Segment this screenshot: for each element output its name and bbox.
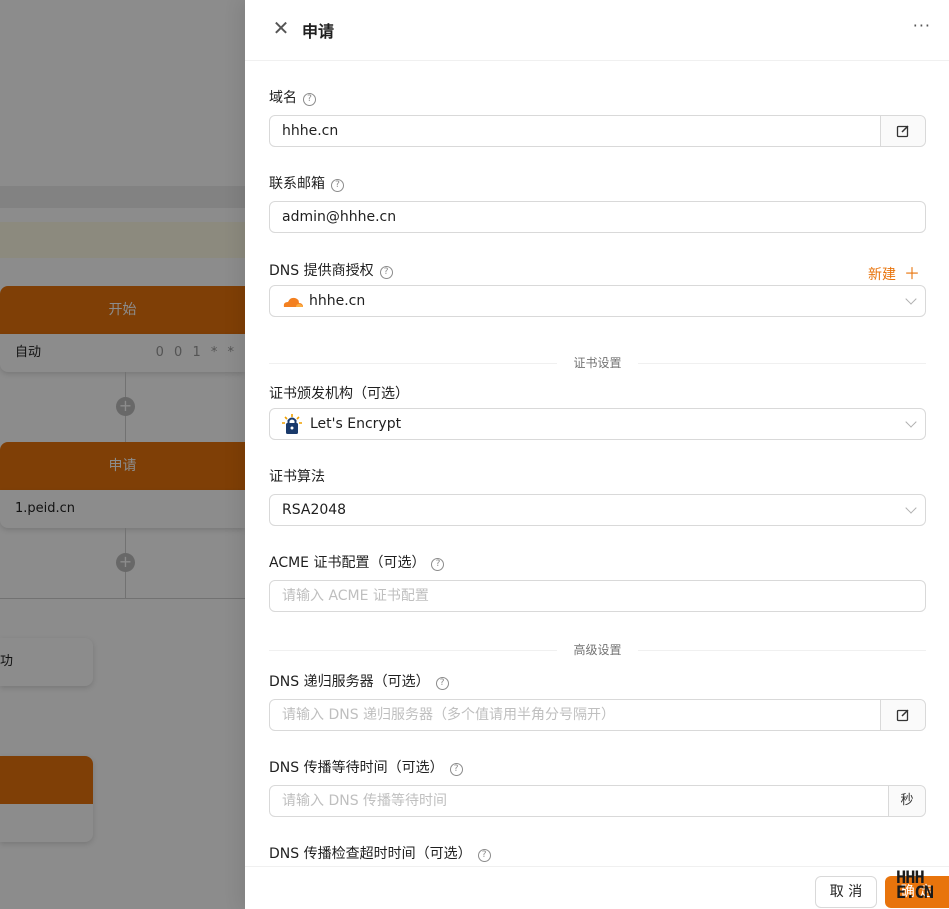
edit-icon[interactable]	[880, 116, 925, 146]
letsencrypt-icon	[282, 414, 302, 434]
advanced-settings-divider: 高级设置	[269, 640, 926, 660]
chevron-down-icon	[905, 293, 917, 305]
close-icon[interactable]: ✕	[271, 18, 291, 38]
question-circle-icon[interactable]: ?	[379, 266, 393, 279]
email-label: 联系邮箱?	[269, 173, 344, 193]
plus-icon: ＋	[903, 264, 920, 283]
question-circle-icon[interactable]: ?	[435, 677, 449, 690]
seconds-unit: 秒	[888, 786, 925, 816]
question-circle-icon[interactable]: ?	[431, 558, 445, 571]
acme-label: ACME 证书配置（可选）?	[269, 552, 445, 572]
chevron-down-icon	[905, 416, 917, 428]
dns-auth-label: DNS 提供商授权?	[269, 260, 393, 280]
dns-timeout-label: DNS 传播检查超时时间（可选）?	[269, 843, 491, 863]
email-input[interactable]: admin@hhhe.cn	[269, 201, 926, 233]
question-circle-icon[interactable]: ?	[303, 93, 316, 106]
question-circle-icon[interactable]: ?	[477, 849, 491, 862]
drawer-title: 申请	[302, 22, 335, 41]
drawer-header: ✕ 申请 ···	[245, 0, 949, 61]
apply-drawer: ✕ 申请 ··· 域名? hhhe.cn 联系邮箱? admin@hhhe.cn…	[245, 0, 949, 909]
algorithm-label: 证书算法	[269, 469, 325, 485]
dns-resolver-input[interactable]: 请输入 DNS 递归服务器（多个值请用半角分号隔开）	[269, 699, 926, 731]
chevron-down-icon	[905, 502, 917, 514]
algorithm-select[interactable]: RSA2048	[269, 494, 926, 526]
ca-select[interactable]: Let's Encrypt	[269, 408, 926, 440]
cancel-button[interactable]: 取 消	[815, 876, 877, 908]
more-icon[interactable]: ···	[913, 16, 931, 35]
cloudflare-icon	[283, 297, 303, 307]
cert-settings-divider: 证书设置	[269, 353, 926, 373]
ca-label: 证书颁发机构（可选）	[269, 386, 409, 402]
domain-label: 域名?	[269, 87, 316, 107]
new-dns-auth-button[interactable]: 新建＋	[868, 260, 920, 284]
dns-wait-input[interactable]: 请输入 DNS 传播等待时间 秒	[269, 785, 926, 817]
domain-input[interactable]: hhhe.cn	[269, 115, 926, 147]
dns-resolver-label: DNS 递归服务器（可选）?	[269, 671, 449, 691]
question-circle-icon[interactable]: ?	[449, 763, 463, 776]
acme-input[interactable]: 请输入 ACME 证书配置	[269, 580, 926, 612]
watermark-logo: HHH E.CN	[896, 868, 934, 903]
question-circle-icon[interactable]: ?	[331, 179, 344, 192]
drawer-footer: 取 消 确 定 HHH E.CN	[245, 866, 949, 909]
dns-auth-select[interactable]: hhhe.cn	[269, 285, 926, 317]
dns-wait-label: DNS 传播等待时间（可选）?	[269, 757, 463, 777]
edit-icon[interactable]	[880, 700, 925, 730]
